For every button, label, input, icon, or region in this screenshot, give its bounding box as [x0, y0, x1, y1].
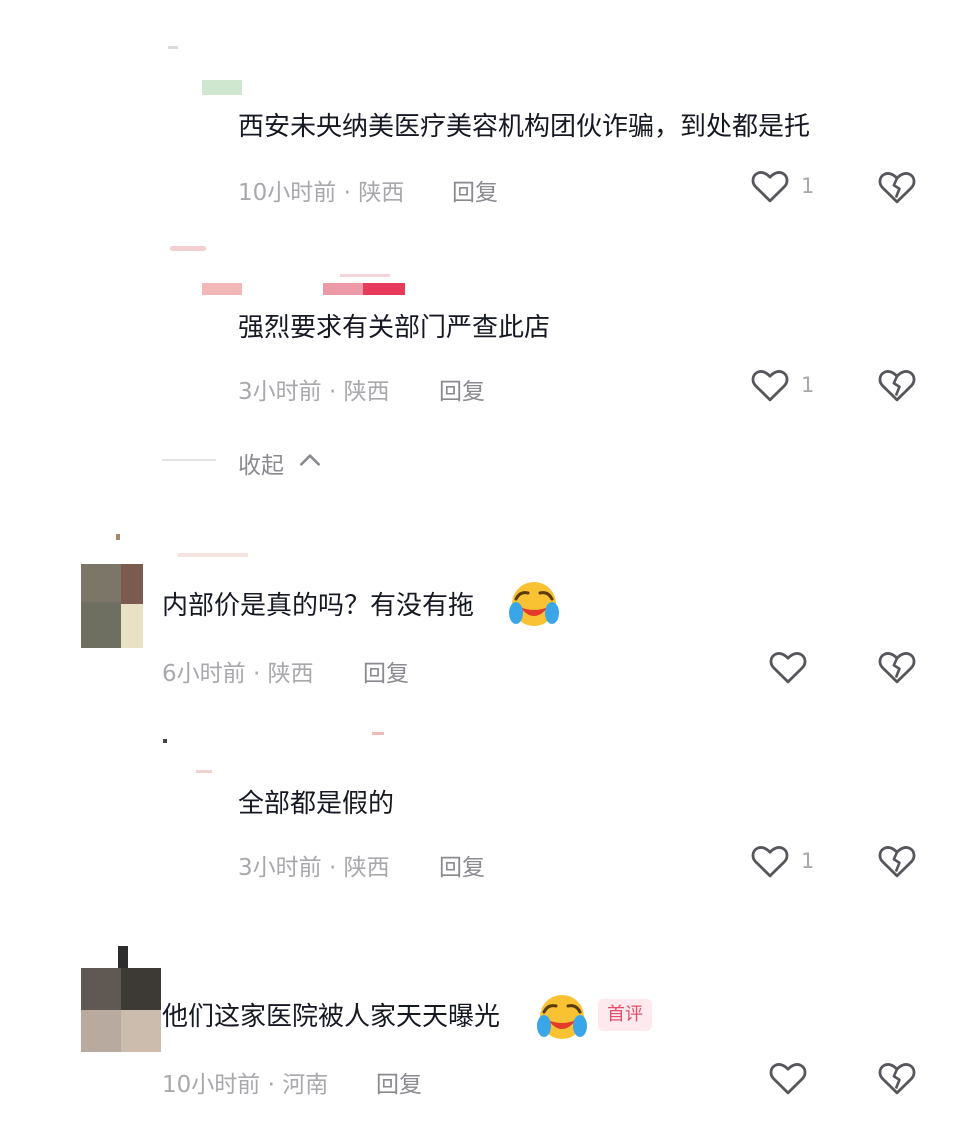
- heart-outline-icon[interactable]: [749, 165, 791, 207]
- comment-text: 内部价是真的吗？有没有拖: [162, 591, 475, 621]
- heart-outline-icon[interactable]: [767, 1057, 809, 1099]
- like-count: 1: [801, 849, 815, 873]
- heart-outline-icon[interactable]: [749, 840, 791, 882]
- comment-text: 全部都是假的: [238, 789, 395, 819]
- crying-laughing-emoji: [509, 582, 559, 626]
- comment-meta: 3小时前 · 陕西: [238, 379, 390, 405]
- reply-button[interactable]: 回复: [439, 372, 485, 406]
- like-count: 1: [801, 174, 815, 198]
- chevron-up-icon[interactable]: [295, 447, 325, 473]
- crying-laughing-emoji: [537, 995, 587, 1039]
- comment-meta: 10小时前 · 河南: [162, 1072, 329, 1098]
- comment-meta: 3小时前 · 陕西: [238, 855, 390, 881]
- comment-text: 西安未央纳美医疗美容机构团伙诈骗，到处都是托: [238, 112, 811, 142]
- comment-text: 强烈要求有关部门严查此店: [238, 313, 551, 343]
- comment-meta: 10小时前 · 陕西: [238, 180, 405, 206]
- broken-heart-icon[interactable]: [876, 364, 918, 406]
- reply-button[interactable]: 回复: [376, 1065, 422, 1099]
- collapse-label[interactable]: 收起: [238, 446, 284, 480]
- broken-heart-icon[interactable]: [876, 1057, 918, 1099]
- like-count: 1: [801, 373, 815, 397]
- avatar-fragment: [118, 946, 128, 968]
- comment-text: 他们这家医院被人家天天曝光: [162, 1002, 501, 1032]
- broken-heart-icon[interactable]: [876, 166, 918, 208]
- comment-meta: 6小时前 · 陕西: [162, 661, 314, 687]
- username-redacted: [178, 553, 248, 557]
- broken-heart-icon[interactable]: [876, 646, 918, 688]
- avatar[interactable]: [81, 564, 143, 648]
- reply-button[interactable]: 回复: [439, 848, 485, 882]
- first-comment-badge: 首评: [598, 999, 652, 1031]
- broken-heart-icon[interactable]: [876, 840, 918, 882]
- avatar-fragment: [116, 534, 120, 540]
- reply-button[interactable]: 回复: [363, 654, 409, 688]
- divider-line: [162, 459, 216, 461]
- heart-outline-icon[interactable]: [749, 364, 791, 406]
- heart-outline-icon[interactable]: [767, 646, 809, 688]
- reply-button[interactable]: 回复: [452, 173, 498, 207]
- avatar[interactable]: [81, 968, 161, 1052]
